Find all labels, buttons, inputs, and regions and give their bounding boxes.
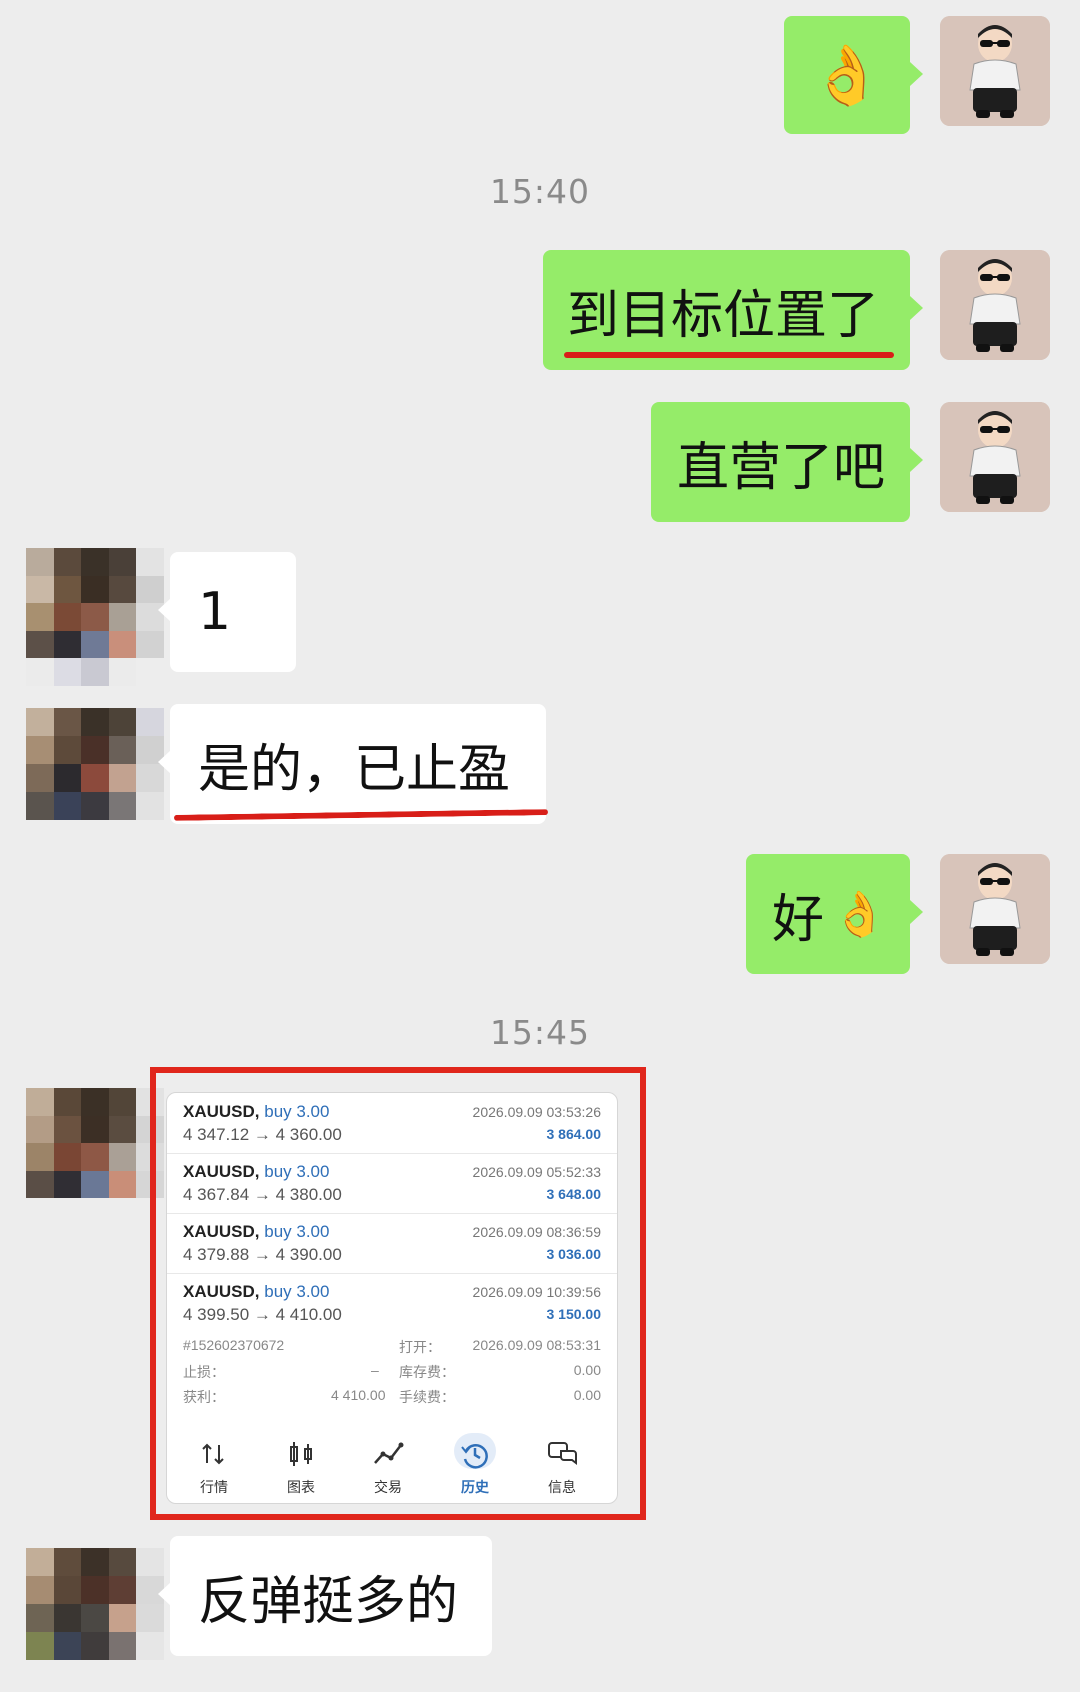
trade-row: XAUUSD, buy 3.00 4 399.50 → 4 410.00 202…	[167, 1273, 617, 1333]
trade-date: 2026.09.09 03:53:26	[472, 1104, 601, 1120]
message-bubble-other[interactable]: 反弹挺多的	[170, 1536, 492, 1656]
trade-icon	[374, 1442, 404, 1464]
trade-profit: 3 648.00	[546, 1186, 602, 1202]
chart-icon	[290, 1442, 312, 1466]
swap-value: 0.00	[573, 1362, 601, 1378]
message-text: 是的，已止盈	[198, 739, 511, 800]
trade-price: 4 347.12 → 4 360.00	[183, 1125, 342, 1144]
swap-label: 库存费：	[399, 1364, 455, 1380]
stop-loss-label: 止损：	[183, 1364, 225, 1380]
trade-history-screenshot[interactable]: XAUUSD, buy 3.00 4 347.12 → 4 360.00 202…	[166, 1092, 618, 1504]
avatar-self[interactable]	[940, 854, 1050, 964]
message-text: 反弹挺多的	[198, 1571, 459, 1632]
trade-row: XAUUSD, buy 3.00 4 347.12 → 4 360.00 202…	[167, 1093, 617, 1154]
trade-price: 4 399.50 → 4 410.00	[183, 1305, 342, 1324]
trade-row: XAUUSD, buy 3.00 4 379.88 → 4 390.00 202…	[167, 1213, 617, 1274]
stop-loss-value: –	[371, 1362, 379, 1378]
nav-label: 交易	[374, 1479, 402, 1495]
trade-row: XAUUSD, buy 3.00 4 367.84 → 4 380.00 202…	[167, 1153, 617, 1214]
history-icon	[461, 1444, 488, 1469]
cartoon-boy-avatar-icon	[940, 250, 1050, 360]
trade-symbol: XAUUSD, buy 3.00	[183, 1222, 330, 1241]
profit-label: 获利：	[183, 1389, 225, 1405]
nav-label: 信息	[548, 1479, 576, 1495]
profit-value: 4 410.00	[331, 1387, 386, 1403]
trade-direction: buy 3.00	[264, 1222, 330, 1241]
avatar-other-pixelated[interactable]	[26, 1088, 164, 1198]
trade-price: 4 367.84 → 4 380.00	[183, 1185, 342, 1204]
avatar-self[interactable]	[940, 402, 1050, 512]
message-bubble-self[interactable]: 好 👌	[746, 854, 910, 974]
cartoon-boy-avatar-icon	[940, 16, 1050, 126]
open-label: 打开：	[399, 1339, 441, 1355]
messages-icon	[548, 1442, 577, 1465]
message-bubble-self[interactable]: 直营了吧	[651, 402, 910, 522]
red-underline-annotation	[564, 352, 894, 358]
bubble-tail	[910, 62, 923, 86]
message-text: 到目标位置了	[567, 285, 880, 346]
fee-value: 0.00	[573, 1387, 601, 1403]
nav-label: 历史	[461, 1479, 489, 1495]
trade-symbol: XAUUSD, buy 3.00	[183, 1282, 330, 1301]
quotes-icon	[202, 1443, 224, 1465]
message-bubble-self[interactable]: 👌	[784, 16, 910, 134]
trade-symbol: XAUUSD, buy 3.00	[183, 1102, 330, 1121]
cartoon-boy-avatar-icon	[940, 854, 1050, 964]
nav-label: 图表	[287, 1479, 315, 1495]
fee-label: 手续费：	[399, 1389, 455, 1405]
trade-direction: buy 3.00	[264, 1162, 330, 1181]
ok-hand-emoji: 👌	[832, 889, 887, 940]
avatar-other-pixelated[interactable]	[26, 548, 164, 686]
ok-hand-emoji: 👌	[810, 40, 884, 109]
message-text: 直营了吧	[677, 437, 886, 498]
avatar-other-pixelated[interactable]	[26, 708, 164, 820]
trade-date: 2026.09.09 05:52:33	[472, 1164, 601, 1180]
nav-trade[interactable]: 交易	[345, 1425, 431, 1503]
nav-chart[interactable]: 图表	[258, 1425, 344, 1503]
nav-history[interactable]: 历史	[432, 1425, 518, 1503]
avatar-other-pixelated[interactable]	[26, 1548, 164, 1660]
trade-date: 2026.09.09 10:39:56	[472, 1284, 601, 1300]
message-bubble-other[interactable]: 1	[170, 552, 296, 672]
nav-messages[interactable]: 信息	[519, 1425, 605, 1503]
message-text: 1	[198, 582, 232, 642]
open-time: 2026.09.09 08:53:31	[472, 1337, 601, 1353]
cartoon-boy-avatar-icon	[940, 402, 1050, 512]
order-id: #152602370672	[183, 1337, 285, 1353]
timestamp: 15:40	[489, 172, 591, 211]
trade-profit: 3 150.00	[546, 1306, 602, 1322]
avatar-self[interactable]	[940, 250, 1050, 360]
bubble-tail	[910, 900, 923, 924]
nav-label: 行情	[200, 1479, 228, 1495]
trade-price: 4 379.88 → 4 390.00	[183, 1245, 342, 1264]
trade-direction: buy 3.00	[264, 1282, 330, 1301]
bubble-tail	[910, 296, 923, 320]
nav-quotes[interactable]: 行情	[171, 1425, 257, 1503]
message-bubble-other[interactable]: 是的，已止盈	[170, 704, 546, 824]
trade-symbol: XAUUSD, buy 3.00	[183, 1162, 330, 1181]
timestamp: 15:45	[489, 1013, 591, 1052]
bubble-tail	[910, 448, 923, 472]
trade-profit: 3 864.00	[546, 1126, 602, 1142]
trade-direction: buy 3.00	[264, 1102, 330, 1121]
trade-profit: 3 036.00	[546, 1246, 602, 1262]
message-text: 好	[772, 889, 825, 950]
trade-date: 2026.09.09 08:36:59	[472, 1224, 601, 1240]
avatar-self[interactable]	[940, 16, 1050, 126]
bottom-nav: 行情 图表 交易 历史 信息	[167, 1425, 617, 1503]
